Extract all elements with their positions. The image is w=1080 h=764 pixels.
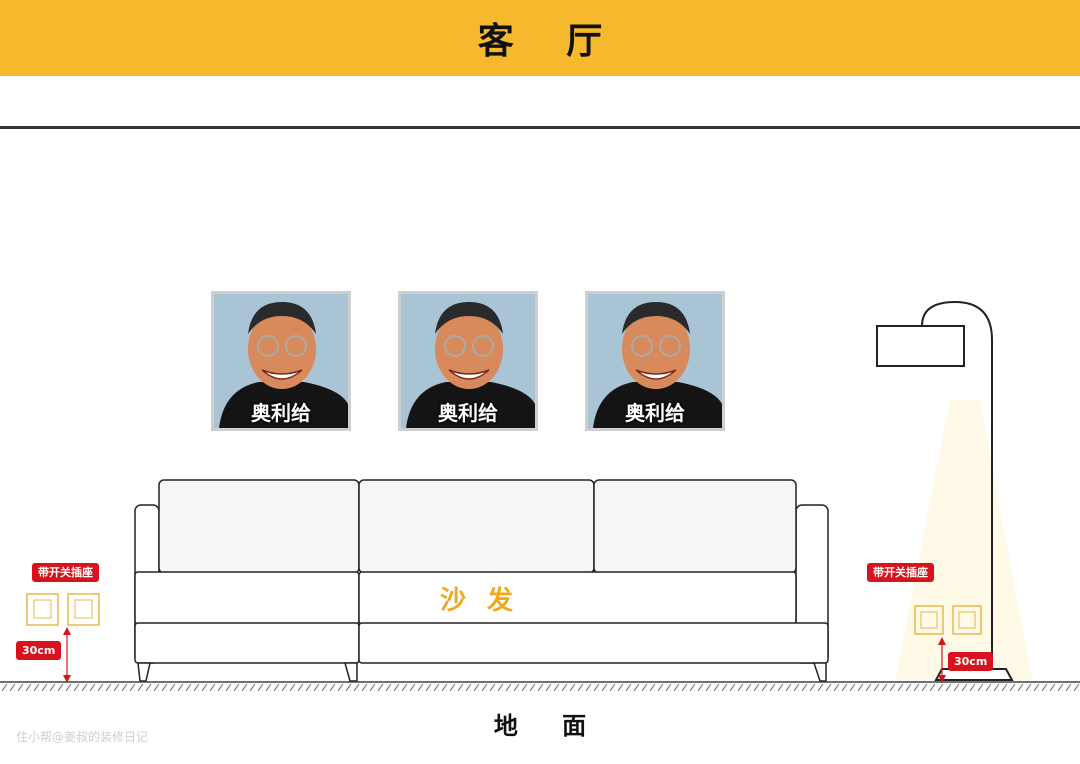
- portrait-caption: 奥利给: [251, 401, 311, 425]
- ground-label-right: 面: [562, 712, 587, 740]
- sofa-base-2: [358, 622, 829, 664]
- lamp-light-cone: [895, 400, 1032, 680]
- watermark: 住小帮@姜叔的装修日记: [16, 730, 149, 744]
- left-outlet-2: [67, 593, 100, 626]
- ground-label: 地 面: [0, 706, 1080, 741]
- right-outlet-height: 30cm: [948, 652, 994, 671]
- lamp-shade: [876, 325, 965, 367]
- sofa-back-cushion-2: [358, 479, 595, 574]
- sofa-leg-right: [812, 662, 827, 682]
- floor-hatching: [1, 683, 1080, 692]
- left-outlet-height: 30cm: [16, 641, 62, 660]
- living-room-scene: [0, 300, 1080, 692]
- portrait-frame-1: 奥利给: [211, 291, 351, 431]
- sofa-label: 沙 发: [440, 586, 520, 616]
- sofa-seat-cushion-1: [134, 571, 360, 625]
- left-outlet-tag: 带开关插座: [32, 563, 99, 582]
- sofa-base-1: [134, 622, 360, 664]
- portrait-frame-3: 奥利给: [585, 291, 725, 431]
- outlet-icon: [26, 593, 100, 626]
- sofa-leg-mid: [344, 662, 358, 682]
- sofa-seat-cushion-2: [358, 571, 797, 625]
- right-outlet-tag: 带开关插座: [867, 563, 934, 582]
- sofa-back-cushion-3: [593, 479, 797, 574]
- outlet-height-marker: [63, 627, 71, 683]
- portrait-caption: 奥利给: [438, 401, 498, 425]
- left-outlet-1: [26, 593, 59, 626]
- portrait-caption: 奥利给: [625, 401, 685, 425]
- sofa-back-cushion-1: [158, 479, 360, 574]
- sofa-leg-left: [137, 662, 151, 682]
- portrait-frame-2: 奥利给: [398, 291, 538, 431]
- ground-label-left: 地: [493, 712, 518, 740]
